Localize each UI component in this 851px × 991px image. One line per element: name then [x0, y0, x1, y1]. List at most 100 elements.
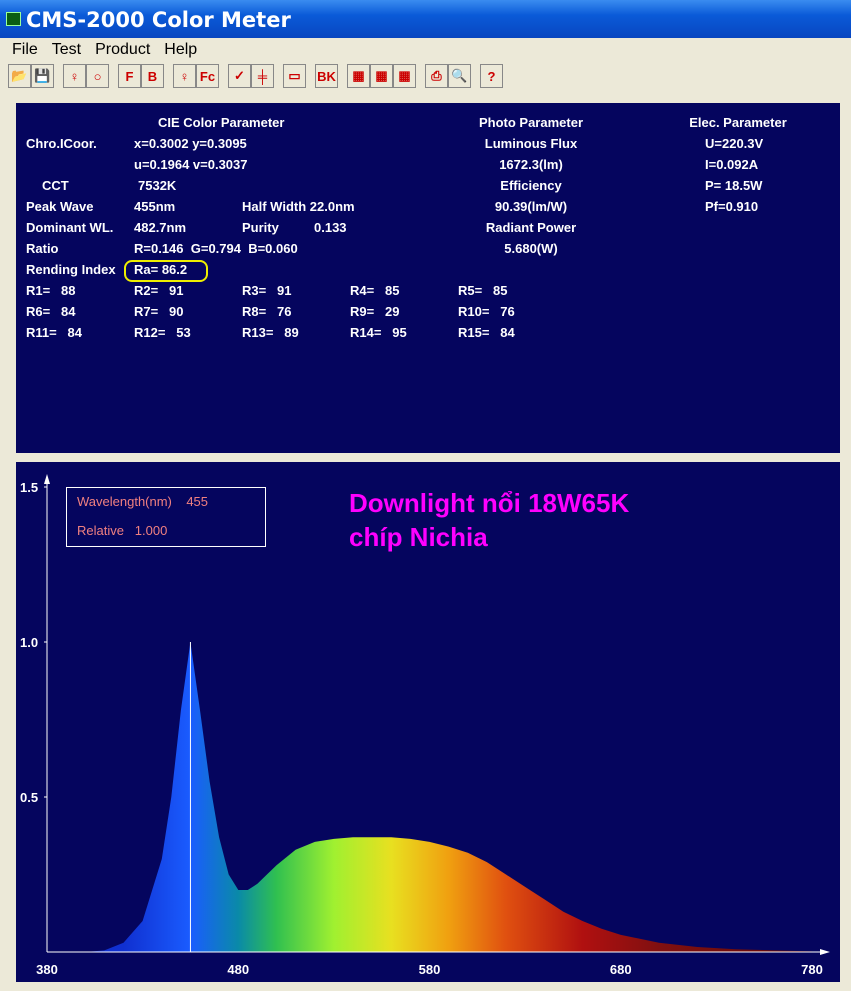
half-width: Half Width 22.0nm — [242, 199, 355, 214]
uv-value: u=0.1964 v=0.3037 — [134, 157, 248, 172]
lamp-b-button[interactable]: B — [141, 64, 164, 88]
y-tick-label: 0.5 — [20, 790, 38, 805]
r-value-3: R3= 91 — [242, 283, 292, 298]
r-value-4: R4= 85 — [350, 283, 400, 298]
chart-button[interactable]: ▭ — [283, 64, 306, 88]
spectrum-area — [85, 642, 812, 952]
lamp-f-button[interactable]: F — [118, 64, 141, 88]
open-button[interactable]: 📂 — [8, 64, 31, 88]
check-button[interactable]: ✓ — [228, 64, 251, 88]
flux-value: 1672.3(lm) — [499, 157, 563, 172]
y-tick-label: 1.5 — [20, 480, 38, 495]
ruler-button[interactable]: ╪ — [251, 64, 274, 88]
export-save-icon: ▦ — [375, 68, 388, 83]
background-button[interactable]: BK — [315, 64, 338, 88]
export-list-icon: ▦ — [352, 68, 365, 83]
r-value-1: R1= 88 — [26, 283, 76, 298]
menu-test[interactable]: Test — [52, 41, 81, 58]
purity-label: Purity — [242, 220, 279, 235]
annotation-line2: chíp Nichia — [349, 522, 488, 552]
legend-wavelength: Wavelength(nm) 455 — [77, 494, 209, 509]
toolbar-separator — [416, 64, 425, 90]
help-button[interactable]: ? — [480, 64, 503, 88]
print-preview-button[interactable]: 🔍 — [448, 64, 471, 88]
app-icon — [6, 12, 21, 26]
bulb-icon: ♀ — [179, 68, 190, 84]
parameter-panel: CIE Color Parameter Chro.ICoor. x=0.3002… — [16, 103, 840, 453]
circle-icon: ○ — [93, 68, 102, 84]
flux-label: Luminous Flux — [484, 136, 578, 151]
y-axis-arrow — [44, 474, 50, 484]
ratio-label: Ratio — [26, 241, 59, 256]
save-button[interactable]: 💾 — [31, 64, 54, 88]
current: I=0.092A — [705, 157, 759, 172]
annotation: Downlight nổi 18W65K chíp Nichia — [349, 486, 629, 554]
toolbar: 📂 💾 ♀ ○ F B ♀ Fc ✓ ╪ ▭ BK ▦ ▦ ▦ ⎙ 🔍? — [8, 64, 503, 90]
open-icon: 📂 — [11, 68, 28, 83]
power: P= 18.5W — [705, 178, 763, 193]
menu-help[interactable]: Help — [164, 41, 197, 58]
radiant-power-label: Radiant Power — [485, 220, 577, 235]
x-tick-label: 380 — [36, 962, 58, 977]
purity-value: 0.133 — [314, 220, 347, 235]
dominant-label: Dominant WL. — [26, 220, 114, 235]
r-value-7: R7= 90 — [134, 304, 184, 319]
menu-product[interactable]: Product — [95, 41, 150, 58]
r-value-13: R13= 89 — [242, 325, 299, 340]
background-icon: BK — [317, 68, 336, 84]
bulb-button[interactable]: ♀ — [173, 64, 196, 88]
save-icon: 💾 — [34, 68, 51, 83]
r-value-11: R11= 84 — [26, 325, 83, 340]
efficiency-value: 90.39(lm/W) — [494, 199, 568, 214]
elec-title: Elec. Parameter — [689, 115, 787, 130]
export-copy-button[interactable]: ▦ — [393, 64, 416, 88]
r-value-8: R8= 76 — [242, 304, 292, 319]
chart-icon: ▭ — [288, 68, 301, 83]
ra-value: Ra= 86.2 — [134, 262, 188, 277]
photo-title: Photo Parameter — [478, 115, 584, 130]
x-tick-label: 680 — [610, 962, 632, 977]
r-value-6: R6= 84 — [26, 304, 76, 319]
x-axis-arrow — [820, 949, 830, 955]
x-tick-label: 780 — [801, 962, 823, 977]
export-list-button[interactable]: ▦ — [347, 64, 370, 88]
dominant-value: 482.7nm — [134, 220, 187, 235]
print-button[interactable]: ⎙ — [425, 64, 448, 88]
efficiency-label: Efficiency — [500, 178, 562, 193]
window-title: CMS-2000 Color Meter — [26, 8, 291, 32]
toolbar-separator — [274, 64, 283, 90]
r-value-5: R5= 85 — [458, 283, 508, 298]
lamp-button[interactable]: ♀ — [63, 64, 86, 88]
toolbar-separator — [109, 64, 118, 90]
check-icon: ✓ — [234, 68, 245, 83]
peak-value: 455nm — [134, 199, 176, 214]
chro-label: Chro.ICoor. — [26, 136, 97, 151]
spectrum-panel: 0.5 1.0 1.5 380 480 580 680 780 Wavelength(nm) … — [16, 462, 840, 982]
toolbar-separator — [54, 64, 63, 90]
cie-title: CIE Color Parameter — [158, 115, 285, 130]
r-value-12: R12= 53 — [134, 325, 191, 340]
ratio-value: R=0.146 G=0.794 B=0.060 — [134, 241, 298, 256]
toolbar-separator — [471, 64, 480, 90]
r-value-14: R14= 95 — [350, 325, 407, 340]
toolbar-separator — [164, 64, 173, 90]
xy-value: x=0.3002 y=0.3095 — [134, 136, 247, 151]
cursor-legend: Wavelength(nm) 455 Relative 1.000 — [66, 487, 266, 547]
print-preview-icon: 🔍 — [451, 68, 468, 83]
ruler-icon: ╪ — [257, 68, 268, 84]
rending-index-label: Rending Index — [26, 262, 116, 277]
fc-button[interactable]: Fc — [196, 64, 219, 88]
lamp-b-icon: B — [147, 68, 158, 84]
r-value-2: R2= 91 — [134, 283, 184, 298]
lamp-icon: ♀ — [69, 68, 80, 84]
menu-file[interactable]: File — [12, 41, 38, 58]
menu-bar: File Test Product Help — [0, 38, 851, 62]
print-icon: ⎙ — [431, 68, 442, 83]
peak-label: Peak Wave — [26, 199, 94, 214]
y-tick-label: 1.0 — [20, 635, 38, 650]
toolbar-separator — [306, 64, 315, 90]
lamp-f-icon: F — [125, 68, 134, 84]
circle-button[interactable]: ○ — [86, 64, 109, 88]
export-save-button[interactable]: ▦ — [370, 64, 393, 88]
r-value-10: R10= 76 — [458, 304, 515, 319]
